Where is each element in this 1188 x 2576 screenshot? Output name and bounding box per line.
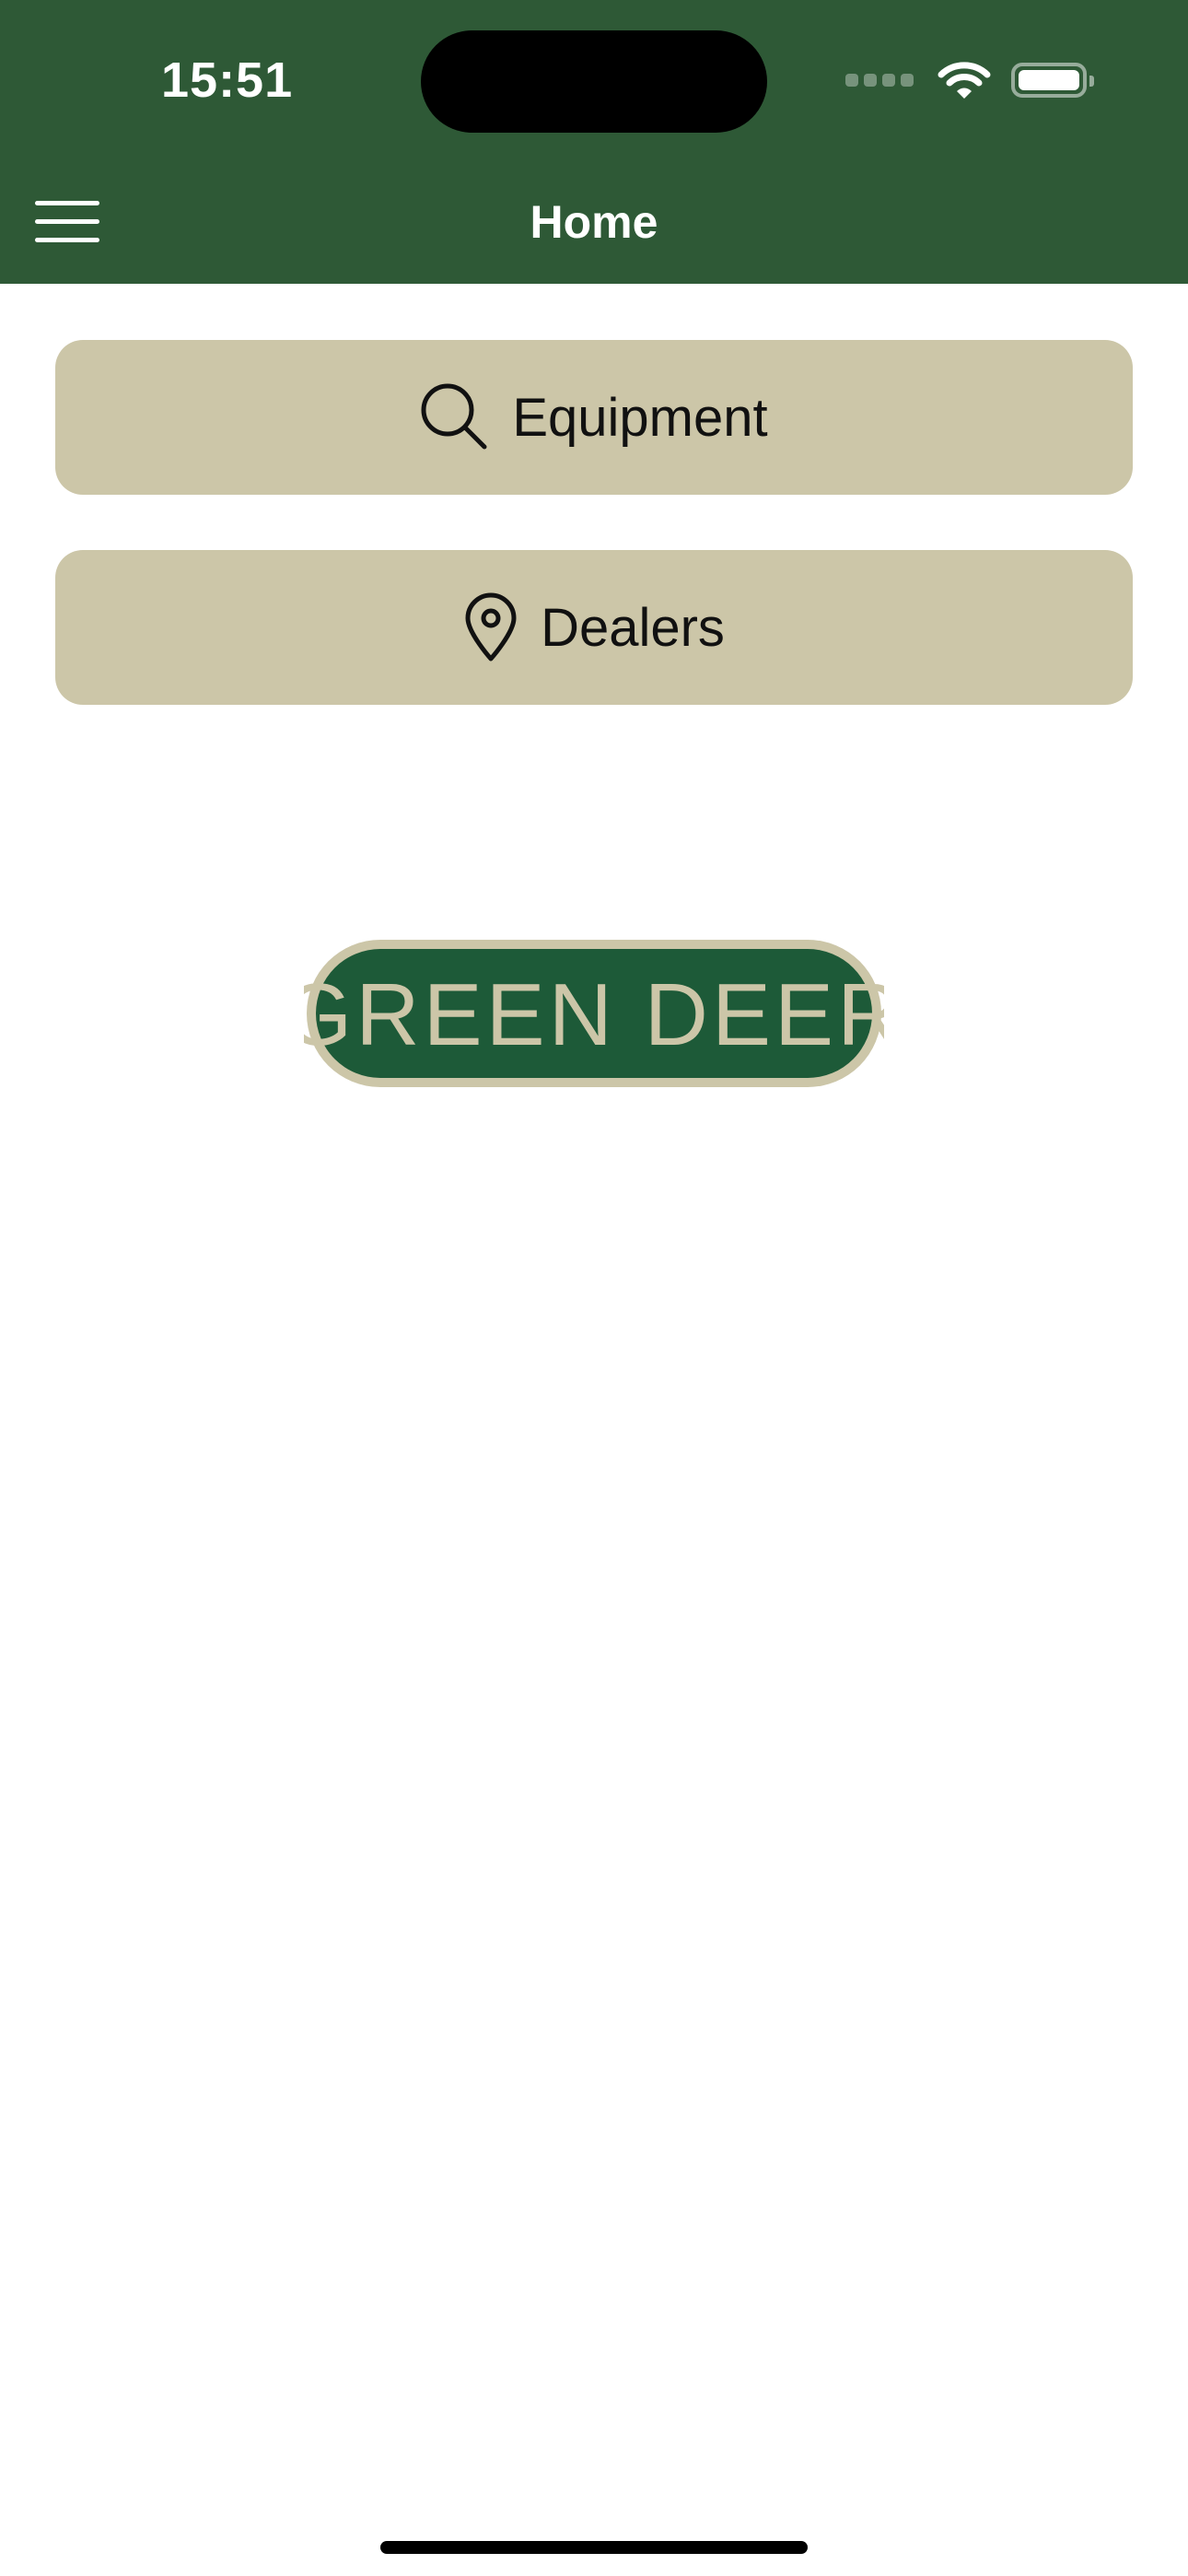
location-pin-icon (465, 592, 517, 662)
home-indicator[interactable] (380, 2541, 808, 2554)
dealers-label: Dealers (541, 597, 725, 658)
dynamic-island (421, 30, 767, 133)
equipment-label: Equipment (512, 387, 768, 448)
green-deer-logo: GREEN DEER (304, 940, 884, 1087)
top-bar: 15:51 Home (0, 0, 1188, 284)
signal-icon (845, 74, 919, 87)
wifi-icon (938, 62, 991, 99)
home-screen: 15:51 Home Equipment Dealers GREEN DEER (0, 0, 1188, 2576)
logo-text: GREEN DEER (304, 966, 884, 1064)
dealers-button[interactable]: Dealers (55, 550, 1133, 705)
status-time: 15:51 (161, 53, 294, 108)
battery-icon (1011, 63, 1094, 98)
search-icon (421, 383, 487, 450)
page-title: Home (530, 196, 658, 248)
status-icons (845, 57, 1094, 103)
equipment-button[interactable]: Equipment (55, 340, 1133, 495)
